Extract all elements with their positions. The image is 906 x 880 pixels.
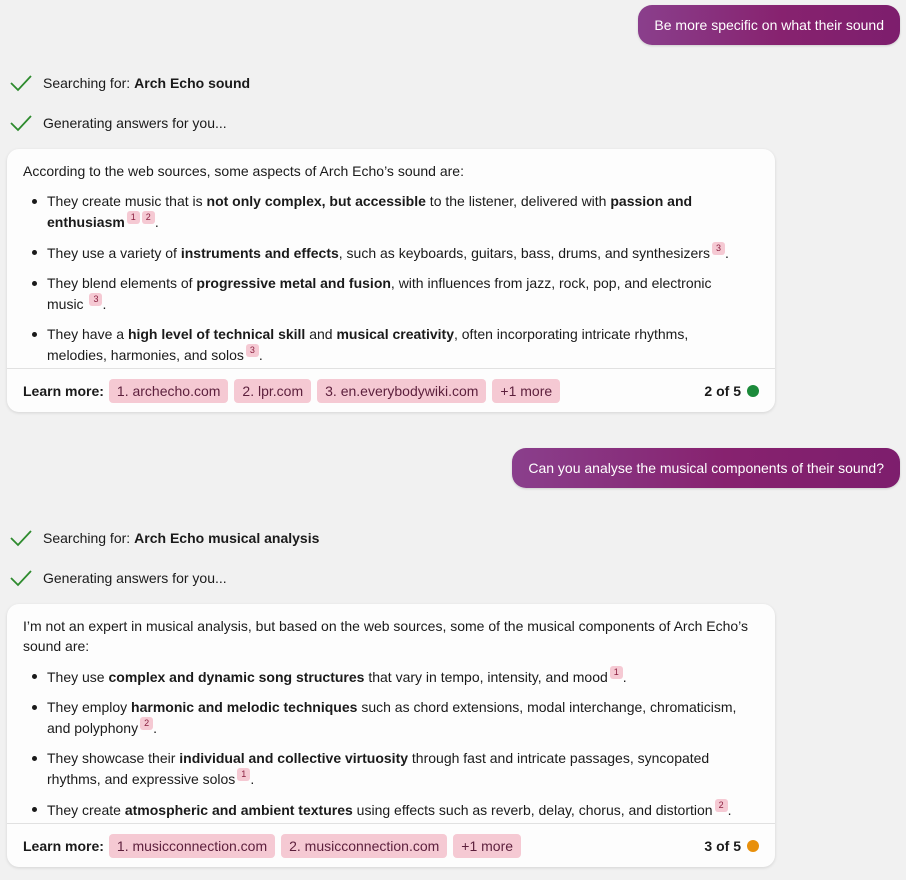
answer-bullet: They use complex and dynamic song struct… (23, 666, 749, 687)
bullet-text: They have a (47, 326, 128, 342)
answer-intro: I’m not an expert in musical analysis, b… (23, 618, 749, 654)
bullet-text: . (153, 720, 157, 736)
answer-bullet: They showcase their individual and colle… (23, 748, 749, 789)
bullet-text: . (154, 214, 159, 230)
citation-badge[interactable]: 1 (237, 768, 251, 781)
answer-intro: According to the web sources, some aspec… (23, 163, 464, 179)
learn-more-label: Learn more: (23, 382, 104, 399)
bullet-text: , such as keyboards, guitars, bass, drum… (338, 245, 710, 261)
source-link-chip[interactable]: 1. archecho.com (108, 378, 229, 403)
citation-badge[interactable]: 1 (609, 666, 623, 679)
bullet-text: They showcase their (47, 750, 180, 766)
status-query: Arch Echo sound (134, 75, 251, 91)
bullet-text: to the listener, delivered with (425, 193, 611, 209)
response-counter: 2 of 5 (704, 381, 759, 401)
more-sources-chip[interactable]: +1 more (492, 378, 561, 403)
status-prefix: Generating answers for you... (43, 115, 227, 131)
answer-bullet: They use a variety of instruments and ef… (23, 242, 749, 263)
bold-phrase: atmospheric and ambient textures (124, 802, 353, 818)
bullet-text: They create (47, 802, 125, 818)
status-dot-icon (747, 839, 759, 852)
bullet-text: . (727, 802, 732, 818)
bullet-text: . (724, 245, 729, 261)
citation-badge[interactable]: 1 (126, 211, 140, 224)
bold-phrase: complex and dynamic song structures (108, 669, 365, 685)
status-dot-icon (747, 384, 759, 397)
citation-badge[interactable]: 3 (89, 293, 103, 306)
citation-badge[interactable]: 2 (140, 717, 154, 730)
bold-phrase: high level of technical skill (127, 326, 306, 342)
more-sources-chip[interactable]: +1 more (453, 833, 522, 858)
learn-more-bar: Learn more: 1. musicconnection.com 2. mu… (7, 823, 775, 867)
answer-bullet: They employ harmonic and melodic techniq… (23, 697, 749, 738)
bullet-text: They employ (47, 699, 132, 715)
bold-phrase: progressive metal and fusion (196, 275, 391, 291)
answer-bullet: They blend elements of progressive metal… (23, 273, 749, 314)
bullet-text: They create music that is (47, 193, 207, 209)
bullet-text: They use a variety of (47, 245, 181, 261)
bullet-text: . (102, 296, 107, 312)
status-searching: Searching for: Arch Echo musical analysi… (9, 527, 319, 549)
answer-card: I’m not an expert in musical analysis, b… (7, 604, 775, 867)
status-generating: Generating answers for you... (9, 112, 227, 134)
counter-text: 2 of 5 (704, 382, 741, 399)
source-link-chip[interactable]: 2. lpr.com (234, 378, 312, 403)
bullet-text: They use (47, 669, 109, 685)
user-message-bubble: Can you analyse the musical components o… (512, 448, 900, 488)
answer-card: According to the web sources, some aspec… (7, 149, 775, 412)
answer-bullet: They create music that is not only compl… (23, 191, 749, 232)
checkmark-icon (10, 75, 32, 92)
status-prefix: Searching for: (43, 75, 131, 91)
citation-badge[interactable]: 3 (711, 242, 725, 255)
source-link-chip[interactable]: 1. musicconnection.com (108, 833, 276, 858)
bold-phrase: instruments and effects (180, 245, 339, 261)
status-prefix: Searching for: (43, 530, 131, 546)
checkmark-icon (10, 530, 32, 547)
bold-phrase: not only complex, but accessible (206, 193, 426, 209)
citation-badge[interactable]: 2 (141, 211, 155, 224)
checkmark-icon (10, 115, 32, 132)
learn-more-label: Learn more: (23, 837, 104, 854)
source-link-chip[interactable]: 2. musicconnection.com (281, 833, 448, 858)
status-generating: Generating answers for you... (9, 567, 227, 589)
bullet-text: They blend elements of (47, 275, 197, 291)
bullet-text: and (305, 326, 337, 342)
bold-phrase: individual and collective virtuosity (179, 750, 409, 766)
counter-text: 3 of 5 (704, 837, 741, 854)
user-message-bubble: Be more specific on what their sound (638, 5, 900, 45)
bullet-text: using effects such as reverb, delay, cho… (352, 802, 713, 818)
answer-bullet: They create atmospheric and ambient text… (23, 799, 749, 820)
checkmark-icon (10, 570, 32, 587)
status-prefix: Generating answers for you... (43, 570, 227, 586)
bold-phrase: harmonic and melodic techniques (131, 699, 358, 715)
bold-phrase: musical creativity (336, 326, 454, 342)
bullet-text: . (250, 771, 255, 787)
source-link-chip[interactable]: 3. en.everybodywiki.com (317, 378, 487, 403)
bullet-text: that vary in tempo, intensity, and mood (364, 669, 608, 685)
answer-bullet: They have a high level of technical skil… (23, 324, 749, 365)
citation-badge[interactable]: 3 (245, 344, 259, 357)
status-query: Arch Echo musical analysis (134, 530, 320, 546)
status-searching: Searching for: Arch Echo sound (9, 72, 250, 94)
answer-bullets: They use complex and dynamic song struct… (23, 666, 749, 820)
bullet-text: . (258, 347, 263, 363)
answer-bullets: They create music that is not only compl… (23, 191, 749, 365)
response-counter: 3 of 5 (704, 836, 759, 856)
citation-badge[interactable]: 2 (714, 799, 728, 812)
learn-more-bar: Learn more: 1. archecho.com 2. lpr.com 3… (7, 368, 775, 412)
bullet-text: . (622, 669, 627, 685)
